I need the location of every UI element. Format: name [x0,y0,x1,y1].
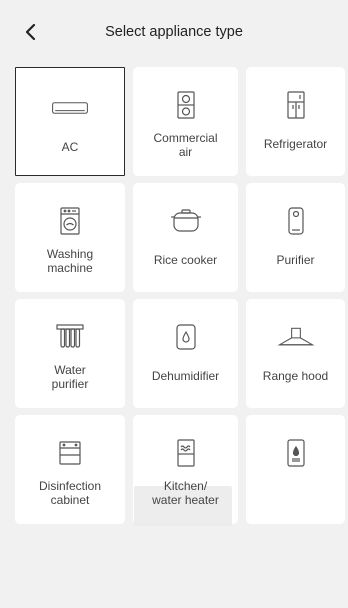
appliance-label: Range hood [262,369,329,383]
disinfection-cabinet-icon [50,433,90,473]
appliance-label: Purifier [276,253,315,267]
appliance-label: Rice cooker [153,253,218,267]
appliance-tile-purifier[interactable]: Purifier [246,183,345,292]
purifier-icon [276,201,316,241]
appliance-label: Dehumidifier [151,369,220,383]
kitchen-water-heater-icon [166,433,206,473]
commercial-air-icon [166,85,206,125]
appliance-label: AC [61,140,79,154]
appliance-label: Disinfection cabinet [38,479,102,507]
appliance-tile-disinfection-cabinet[interactable]: Disinfection cabinet [15,415,125,524]
rice-cooker-icon [166,201,206,241]
ac-icon [50,88,90,128]
appliance-tile-washing-machine[interactable]: Washing machine [15,183,125,292]
appliance-tile-range-hood[interactable]: Range hood [246,299,345,408]
appliance-label: Kitchen/ water heater [152,479,219,507]
appliance-tile-refrigerator[interactable]: Refrigerator [246,67,345,176]
refrigerator-icon [276,85,316,125]
appliance-tile-ac[interactable]: AC [15,67,125,176]
appliance-tile-rice-cooker[interactable]: Rice cooker [133,183,238,292]
page-title: Select appliance type [105,24,243,40]
appliance-tile-commercial-air[interactable]: Commercial air [133,67,238,176]
appliance-label: Washing machine [46,247,94,275]
appliance-tile-water-heater[interactable] [246,415,345,524]
appliance-label: Water purifier [51,363,89,391]
dehumidifier-icon [166,317,206,357]
header-bar: Select appliance type [0,0,348,66]
appliance-tile-water-purifier[interactable]: Water purifier [15,299,125,408]
washing-machine-icon [50,201,90,241]
appliance-grid: AC Commercial air Refrigerator Washing m… [15,67,345,524]
water-heater-icon [276,433,316,473]
appliance-tile-dehumidifier[interactable]: Dehumidifier [133,299,238,408]
water-purifier-icon [50,317,90,357]
range-hood-icon [276,317,316,357]
appliance-label: Commercial air [153,131,218,159]
appliance-label: Refrigerator [263,137,328,151]
